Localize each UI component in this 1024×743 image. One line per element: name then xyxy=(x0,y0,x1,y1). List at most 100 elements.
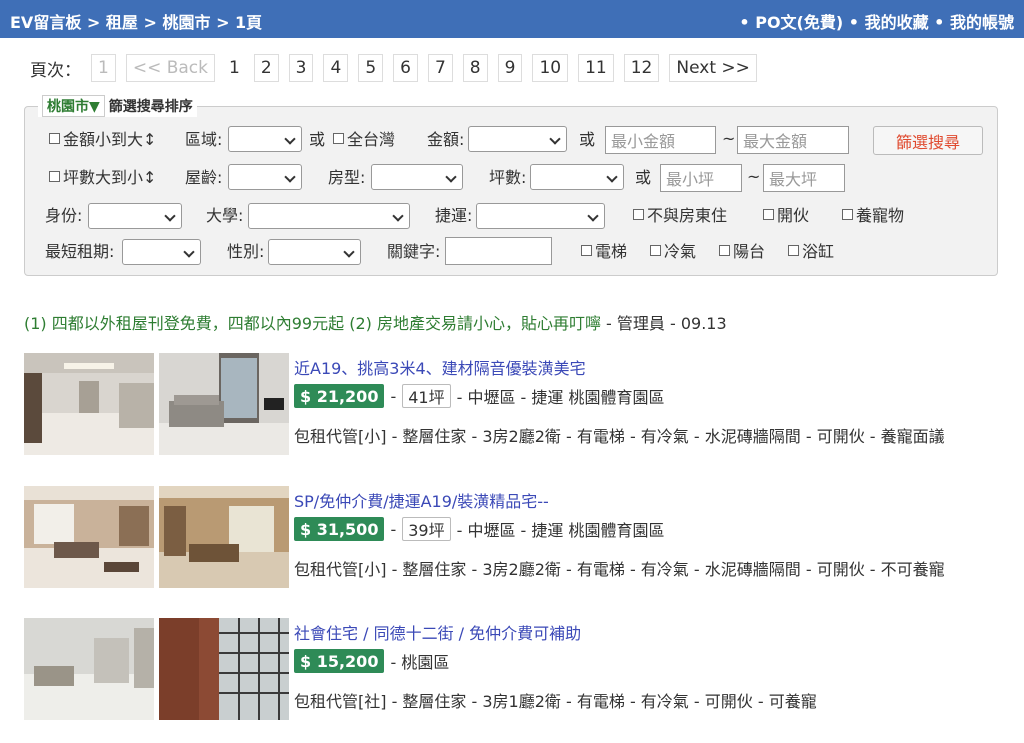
checkbox-icon[interactable] xyxy=(49,132,60,144)
favorites-link[interactable]: 我的收藏 xyxy=(865,13,929,32)
top-nav: • PO文(免費) • 我的收藏 • 我的帳號 xyxy=(739,9,1014,33)
bullet-icon: • xyxy=(848,13,859,32)
page-link[interactable]: 4 xyxy=(323,54,349,82)
listing-location: - 中壢區 - 捷運 桃園體育園區 xyxy=(456,521,665,540)
age-label: 屋齡: xyxy=(185,168,223,187)
crumb-separator: > xyxy=(86,13,101,32)
no-landlord-label: 不與房東住 xyxy=(647,206,728,225)
listing-photo[interactable] xyxy=(159,618,289,720)
crumb-rent[interactable]: 租屋 xyxy=(106,13,138,32)
page-link[interactable]: 11 xyxy=(578,54,614,82)
page-link[interactable]: 10 xyxy=(532,54,569,82)
sort-ping-label[interactable]: 坪數大到小↕ xyxy=(63,164,156,188)
page-current: 1 xyxy=(229,58,240,78)
mrt-label: 捷運: xyxy=(435,206,473,225)
listing-location: - 桃園區 xyxy=(390,653,450,672)
listing-item[interactable]: 社會住宅 / 同德十二街 / 免仲介費可補助 $ 15,200 - 桃園區 包租… xyxy=(24,618,1004,722)
or-label: 或 xyxy=(579,130,596,149)
room-type-select[interactable] xyxy=(371,164,463,190)
keyword-input[interactable] xyxy=(445,237,552,265)
listing-item[interactable]: SP/免仲介費/捷運A19/裝潢精品宅-- $ 31,500 - 39坪 - 中… xyxy=(24,486,1004,590)
page-link[interactable]: 8 xyxy=(462,54,488,82)
page-link[interactable]: 5 xyxy=(358,54,384,82)
area-select[interactable] xyxy=(228,126,302,152)
tilde-separator: ~ xyxy=(747,166,761,186)
mrt-select[interactable] xyxy=(476,203,605,229)
filter-title: 篩選搜尋排序 xyxy=(108,99,193,115)
pets-label: 養寵物 xyxy=(856,206,905,225)
min-amount-input[interactable]: 最小金額 xyxy=(605,126,716,154)
sort-amount-label[interactable]: 金額小到大↕ xyxy=(63,126,156,150)
notice-text: (1) 四都以外租屋刊登免費，四都以內99元起 (2) 房地產交易請小心，貼心再… xyxy=(24,314,601,333)
notice-tail: - 管理員 - 09.13 xyxy=(600,314,727,333)
max-amount-input[interactable]: 最大金額 xyxy=(737,126,849,154)
crumb-city[interactable]: 桃園市 xyxy=(162,13,210,32)
listing-title[interactable]: SP/免仲介費/捷運A19/裝潢精品宅-- xyxy=(294,488,549,512)
top-bar: EV留言板 > 租屋 > 桃園市 > 1頁 • PO文(免費) • 我的收藏 •… xyxy=(0,0,1024,38)
pagination: 頁次： 1 << Back 1 2 3 4 5 6 7 8 9 10 11 12… xyxy=(30,54,757,82)
page-link[interactable]: 12 xyxy=(623,54,660,82)
listing-photo[interactable] xyxy=(24,618,154,720)
ping-select[interactable] xyxy=(530,164,624,190)
post-link[interactable]: PO文(免費) xyxy=(755,13,843,32)
filter-panel: 金額小到大↕ 區域: 或 全台灣 金額: 或 最小金額 ~ 最大金額 坪數大到小… xyxy=(24,106,998,276)
listing-title[interactable]: 社會住宅 / 同德十二街 / 免仲介費可補助 xyxy=(294,620,581,644)
checkbox-icon[interactable] xyxy=(842,208,853,220)
checkbox-icon[interactable] xyxy=(788,244,799,256)
gender-select[interactable] xyxy=(268,239,361,265)
page-link[interactable]: 2 xyxy=(253,54,279,82)
account-link[interactable]: 我的帳號 xyxy=(950,13,1014,32)
checkbox-icon[interactable] xyxy=(763,208,774,220)
age-select[interactable] xyxy=(228,164,302,190)
listing-meta: $ 21,200 - 41坪 - 中壢區 - 捷運 桃園體育園區 xyxy=(294,383,665,409)
separator: - xyxy=(390,386,397,406)
min-rent-period-select[interactable] xyxy=(122,239,201,265)
university-select[interactable] xyxy=(248,203,410,229)
checkbox-icon[interactable] xyxy=(49,170,60,182)
listing-title[interactable]: 近A19、挑高3米4、建材隔音優裝潢美宅 xyxy=(294,355,586,379)
checkbox-icon[interactable] xyxy=(333,132,344,144)
separator: - xyxy=(390,519,397,539)
tilde-separator: ~ xyxy=(722,128,736,148)
listing-photo[interactable] xyxy=(159,486,289,588)
listing-item[interactable]: 近A19、挑高3米4、建材隔音優裝潢美宅 $ 21,200 - 41坪 - 中壢… xyxy=(24,353,1004,457)
min-ping-input[interactable]: 最小坪 xyxy=(660,164,742,192)
page-next-button[interactable]: Next >> xyxy=(669,54,757,82)
checkbox-icon[interactable] xyxy=(581,244,592,256)
max-ping-input[interactable]: 最大坪 xyxy=(763,164,845,192)
amount-select[interactable] xyxy=(468,126,567,152)
breadcrumb: EV留言板 > 租屋 > 桃園市 > 1頁 xyxy=(10,9,262,33)
aircon-checkbox[interactable]: 冷氣 xyxy=(650,235,696,265)
page-link[interactable]: 9 xyxy=(497,54,523,82)
area-label: 區域: xyxy=(185,130,223,149)
bathtub-checkbox[interactable]: 浴缸 xyxy=(788,235,834,265)
no-landlord-checkbox[interactable]: 不與房東住 xyxy=(633,199,727,229)
page-link[interactable]: 7 xyxy=(427,54,453,82)
bathtub-label: 浴缸 xyxy=(802,242,835,261)
balcony-checkbox[interactable]: 陽台 xyxy=(719,235,765,265)
elevator-checkbox[interactable]: 電梯 xyxy=(581,235,627,265)
checkbox-icon[interactable] xyxy=(719,244,730,256)
checkbox-icon[interactable] xyxy=(650,244,661,256)
sort-amount-toggle[interactable]: 金額小到大↕ xyxy=(49,123,156,153)
listing-photo[interactable] xyxy=(24,486,154,588)
checkbox-icon[interactable] xyxy=(633,208,644,220)
page-link[interactable]: 6 xyxy=(393,54,418,82)
listing-photo[interactable] xyxy=(159,353,289,455)
min-rent-period-label: 最短租期: xyxy=(45,242,115,261)
balcony-label: 陽台 xyxy=(733,242,766,261)
cooking-checkbox[interactable]: 開伙 xyxy=(763,199,809,229)
sort-ping-toggle[interactable]: 坪數大到小↕ xyxy=(49,161,156,191)
listing-photo[interactable] xyxy=(24,353,154,455)
page-link[interactable]: 3 xyxy=(288,54,314,82)
aircon-label: 冷氣 xyxy=(664,242,697,261)
pets-checkbox[interactable]: 養寵物 xyxy=(842,199,904,229)
filter-search-button[interactable]: 篩選搜尋 xyxy=(873,126,983,155)
gender-label: 性別: xyxy=(227,242,265,261)
crumb-ev-board[interactable]: EV留言板 xyxy=(10,13,81,32)
price-badge: $ 15,200 xyxy=(294,649,385,673)
all-taiwan-checkbox[interactable]: 全台灣 xyxy=(333,123,395,153)
city-dropdown[interactable]: 桃園市▼ xyxy=(42,95,105,117)
listing-description: 包租代管[社] - 整層住家 - 3房1廳2衛 - 有電梯 - 有冷氣 - 可開… xyxy=(294,692,817,711)
identity-select[interactable] xyxy=(88,203,182,229)
